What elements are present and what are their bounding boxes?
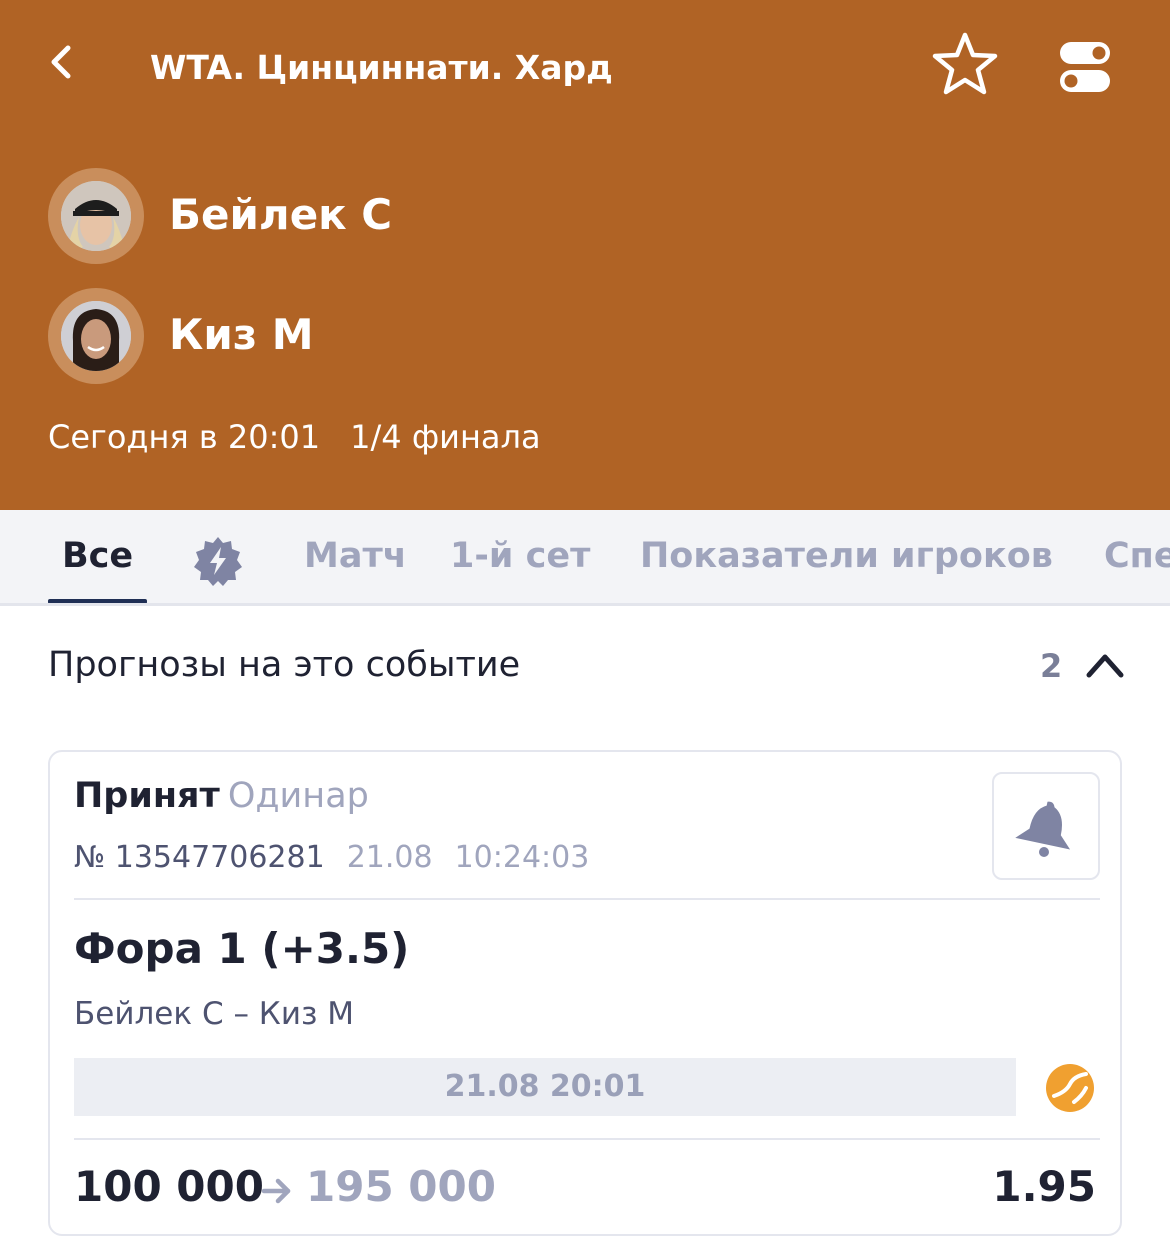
team-name: Бейлек С	[169, 190, 393, 239]
star-icon	[932, 32, 998, 95]
settings-toggle-button[interactable]	[1056, 38, 1114, 96]
active-tab-indicator	[48, 599, 147, 603]
tab-special[interactable]: Спе	[1104, 536, 1170, 576]
bet-payout: 195 000	[306, 1162, 496, 1211]
event-datetime: 21.08 20:01	[74, 1058, 1016, 1116]
player-photo	[61, 301, 131, 371]
bet-time: 10:24:03	[454, 840, 590, 875]
divider	[74, 1138, 1100, 1140]
bet-status-label: Принят	[74, 776, 220, 816]
favorite-button[interactable]	[930, 30, 1000, 98]
event-header: WTA. Цинциннати. Хард Бейлек С Киз М Сег…	[0, 0, 1170, 510]
bet-date: 21.08	[346, 840, 433, 875]
bet-status: Принят Одинар	[74, 776, 369, 816]
bet-type: Одинар	[227, 776, 369, 816]
divider	[74, 898, 1100, 900]
notify-button[interactable]	[992, 772, 1100, 880]
collapse-button[interactable]	[1084, 648, 1126, 682]
bet-card[interactable]: Принят Одинар № 13547706281 21.08 10:24:03 …	[48, 750, 1122, 1236]
bet-outcome: Фора 1 (+3.5)	[74, 924, 410, 973]
arrow-right-icon	[260, 1174, 294, 1208]
team-name: Киз М	[169, 310, 314, 359]
bet-event-name: Бейлек С – Киз М	[74, 996, 355, 1032]
toggles-icon	[1060, 42, 1110, 92]
team-row-2[interactable]: Киз М	[48, 288, 748, 384]
chevron-left-icon	[51, 45, 71, 79]
chevron-up-icon	[1086, 654, 1124, 678]
team-row-1[interactable]: Бейлек С	[48, 168, 748, 264]
player-photo	[61, 181, 131, 251]
match-time: Сегодня в 20:01	[48, 418, 321, 456]
bet-number: № 13547706281	[74, 840, 325, 875]
bell-icon	[1015, 801, 1071, 857]
match-info: Сегодня в 20:01 1/4 финала	[48, 418, 541, 456]
tab-first-set[interactable]: 1-й сет	[450, 536, 590, 576]
section-count: 2	[1040, 647, 1063, 685]
tennis-ball-icon	[1044, 1062, 1096, 1114]
bet-meta: № 13547706281 21.08 10:24:03	[74, 840, 589, 875]
page-title: WTA. Цинциннати. Хард	[150, 48, 613, 87]
bet-odds: 1.95	[992, 1162, 1096, 1211]
tab-player-stats[interactable]: Показатели игроков	[640, 536, 1053, 576]
back-button[interactable]	[40, 40, 84, 84]
market-tabs: Все Матч 1-й сет Показатели игроков Спе	[0, 510, 1170, 606]
section-title: Прогнозы на это событие	[48, 645, 521, 685]
avatar	[48, 288, 144, 384]
lightning-badge-icon	[194, 537, 242, 586]
tab-boost[interactable]	[192, 535, 244, 587]
avatar	[48, 168, 144, 264]
match-stage: 1/4 финала	[350, 418, 541, 456]
bet-stake: 100 000	[74, 1162, 264, 1211]
tab-match[interactable]: Матч	[304, 536, 407, 576]
tab-all[interactable]: Все	[62, 536, 133, 576]
